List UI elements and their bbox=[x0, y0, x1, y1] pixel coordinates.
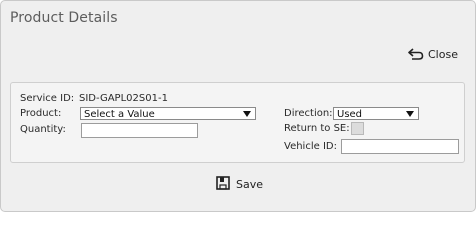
vehicle-id-input[interactable] bbox=[341, 139, 459, 154]
save-disk-icon bbox=[216, 175, 230, 193]
close-button[interactable]: Close bbox=[408, 45, 458, 63]
return-to-se-label: Return to SE: bbox=[284, 123, 350, 134]
product-label: Product: bbox=[20, 108, 62, 119]
undo-arrow-icon bbox=[408, 48, 424, 60]
product-selected-value: Select a Value bbox=[84, 109, 155, 120]
dialog-title: Product Details bbox=[10, 10, 118, 26]
return-to-se-checkbox[interactable] bbox=[351, 122, 364, 135]
direction-selected-value: Used bbox=[337, 109, 363, 120]
direction-label: Direction: bbox=[284, 108, 333, 119]
product-select[interactable]: Select a Value bbox=[80, 107, 256, 120]
service-id-value: SID-GAPL02S01-1 bbox=[79, 93, 168, 104]
save-button[interactable]: Save bbox=[216, 175, 264, 193]
close-label: Close bbox=[428, 47, 458, 61]
service-id-label: Service ID: bbox=[20, 93, 75, 104]
quantity-input[interactable] bbox=[81, 123, 198, 138]
direction-select[interactable]: Used bbox=[333, 107, 419, 120]
quantity-label: Quantity: bbox=[20, 124, 66, 135]
save-label: Save bbox=[236, 177, 264, 191]
dropdown-arrow-icon bbox=[243, 111, 251, 117]
dropdown-arrow-icon bbox=[406, 111, 414, 117]
product-details-dialog: Product Details Close Service ID: SID-GA… bbox=[0, 0, 476, 212]
vehicle-id-label: Vehicle ID: bbox=[284, 141, 337, 152]
